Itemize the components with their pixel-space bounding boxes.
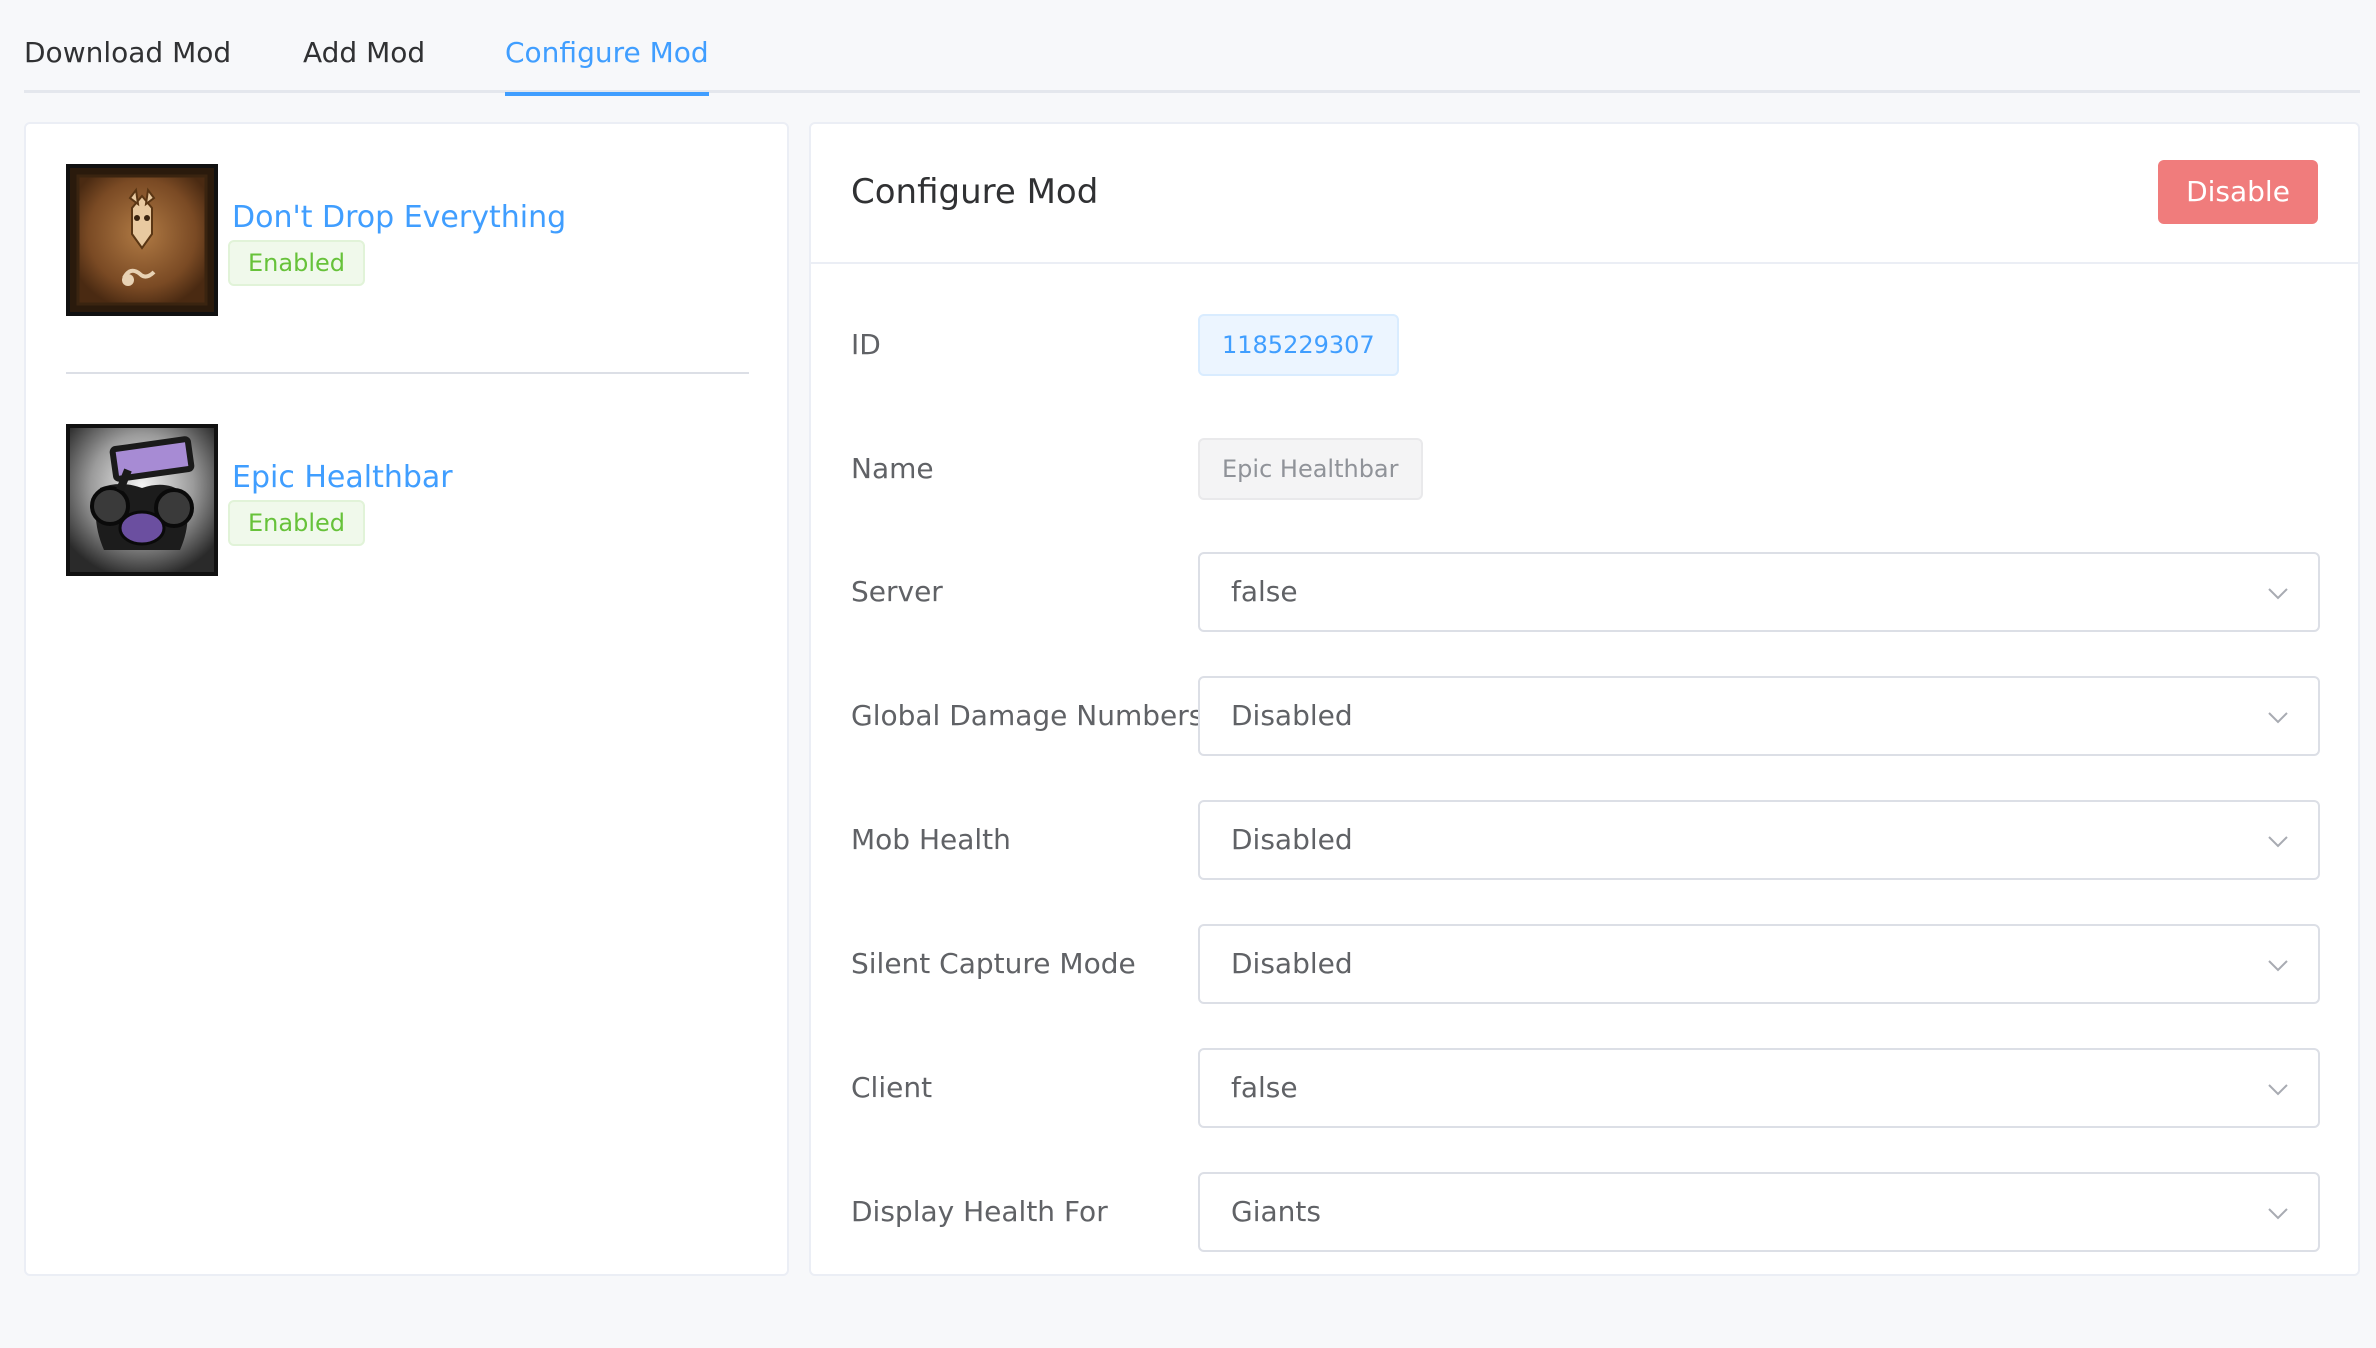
mod-list-item[interactable]: Epic Healthbar Enabled [66, 424, 749, 576]
chevron-down-icon [2268, 712, 2288, 724]
server-select[interactable]: false [1198, 552, 2320, 632]
field-row-client: Client false [851, 1048, 2320, 1128]
field-label: Mob Health [851, 823, 1011, 856]
field-label: Server [851, 575, 943, 608]
select-value: Disabled [1231, 947, 1353, 980]
field-label: Display Health For [851, 1195, 1108, 1228]
global-damage-numbers-select[interactable]: Disabled [1198, 676, 2320, 756]
client-select[interactable]: false [1198, 1048, 2320, 1128]
mod-name-link[interactable]: Don't Drop Everything [232, 198, 566, 238]
chevron-down-icon [2268, 1084, 2288, 1096]
status-badge: Enabled [228, 240, 365, 286]
mod-name-tag: Epic Healthbar [1198, 438, 1423, 500]
configure-mod-panel: Configure Mod Disable ID 1185229307 Name… [809, 122, 2360, 1276]
field-label: Name [851, 452, 934, 485]
tab-add-mod[interactable]: Add Mod [303, 33, 425, 93]
tab-download-mod[interactable]: Download Mod [24, 33, 231, 93]
mod-thumbnail-image [70, 168, 214, 312]
field-row-name: Name Epic Healthbar [851, 429, 2320, 509]
mod-thumbnail-dont-drop-everything [66, 164, 218, 316]
chevron-down-icon [2268, 588, 2288, 600]
tab-configure-mod[interactable]: Configure Mod [505, 33, 709, 96]
chevron-down-icon [2268, 836, 2288, 848]
display-health-for-select[interactable]: Giants [1198, 1172, 2320, 1252]
chevron-down-icon [2268, 960, 2288, 972]
field-row-server: Server false [851, 552, 2320, 632]
mod-list-item[interactable]: Don't Drop Everything Enabled [66, 164, 749, 316]
tab-bar: Download Mod Add Mod Configure Mod [24, 0, 2360, 96]
mob-health-select[interactable]: Disabled [1198, 800, 2320, 880]
field-row-display-health-for: Display Health For Giants [851, 1172, 2320, 1252]
field-label: Global Damage Numbers [851, 699, 1204, 732]
field-row-id: ID 1185229307 [851, 305, 2320, 385]
field-label: ID [851, 328, 881, 361]
disable-button[interactable]: Disable [2158, 160, 2318, 224]
mod-id-tag: 1185229307 [1198, 314, 1399, 376]
mod-thumbnail-epic-healthbar [66, 424, 218, 576]
select-value: Giants [1231, 1195, 1321, 1228]
select-value: false [1231, 575, 1298, 608]
field-row-global-damage-numbers: Global Damage Numbers Disabled [851, 676, 2320, 756]
field-label: Silent Capture Mode [851, 947, 1136, 980]
mod-name-link[interactable]: Epic Healthbar [232, 458, 453, 498]
mod-list-panel: Don't Drop Everything Enabled Epic Healt… [24, 122, 789, 1276]
mod-thumbnail-image [70, 428, 214, 572]
select-value: false [1231, 1071, 1298, 1104]
status-badge: Enabled [228, 500, 365, 546]
field-row-silent-capture-mode: Silent Capture Mode Disabled [851, 924, 2320, 1004]
select-value: Disabled [1231, 823, 1353, 856]
page-title: Configure Mod [851, 172, 1099, 212]
select-value: Disabled [1231, 699, 1353, 732]
silent-capture-mode-select[interactable]: Disabled [1198, 924, 2320, 1004]
field-row-mob-health: Mob Health Disabled [851, 800, 2320, 880]
mod-list-divider [66, 372, 749, 374]
chevron-down-icon [2268, 1208, 2288, 1220]
config-header: Configure Mod Disable [811, 124, 2358, 264]
field-label: Client [851, 1071, 933, 1104]
